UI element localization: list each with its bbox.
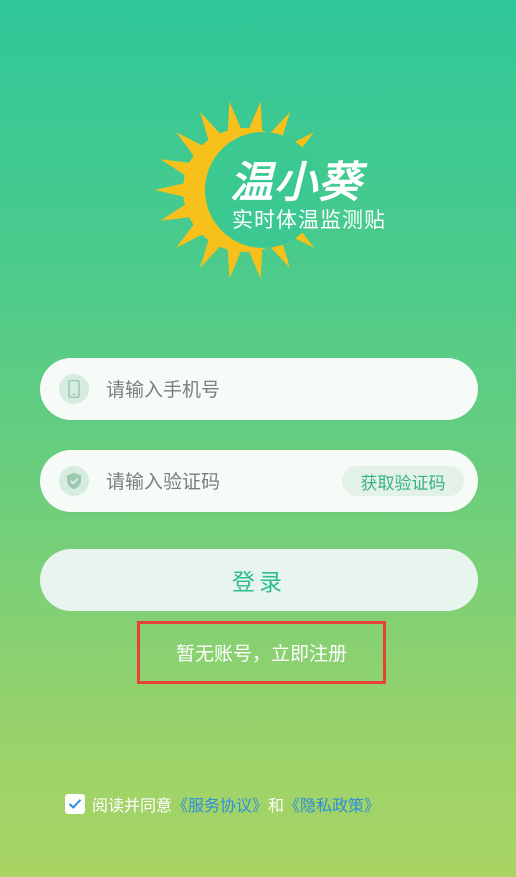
terms-link[interactable]: 《服务协议》 [172, 792, 268, 816]
checkmark-icon [68, 799, 82, 809]
get-code-button[interactable]: 获取验证码 [342, 466, 464, 496]
app-subtitle: 实时体温监测贴 [232, 208, 386, 232]
code-field: 获取验证码 [40, 450, 478, 512]
login-button[interactable]: 登录 [40, 549, 478, 611]
privacy-link[interactable]: 《隐私政策》 [284, 792, 380, 816]
shield-icon [59, 466, 89, 496]
register-link[interactable]: 暂无账号，立即注册 [137, 621, 386, 684]
phone-field [40, 358, 478, 420]
code-input[interactable] [104, 462, 368, 502]
agreement-prefix: 阅读并同意 [92, 796, 173, 815]
app-title: 温小葵 [230, 158, 362, 208]
agreement-checkbox[interactable] [65, 794, 85, 814]
app-logo: 温小葵 实时体温监测贴 [130, 80, 430, 300]
phone-input[interactable] [104, 370, 368, 410]
agreement-row: 阅读并同意 《服务协议》 和 《隐私政策》 [65, 792, 380, 816]
phone-icon [59, 374, 89, 404]
agreement-conjunction: 和 [268, 796, 285, 815]
